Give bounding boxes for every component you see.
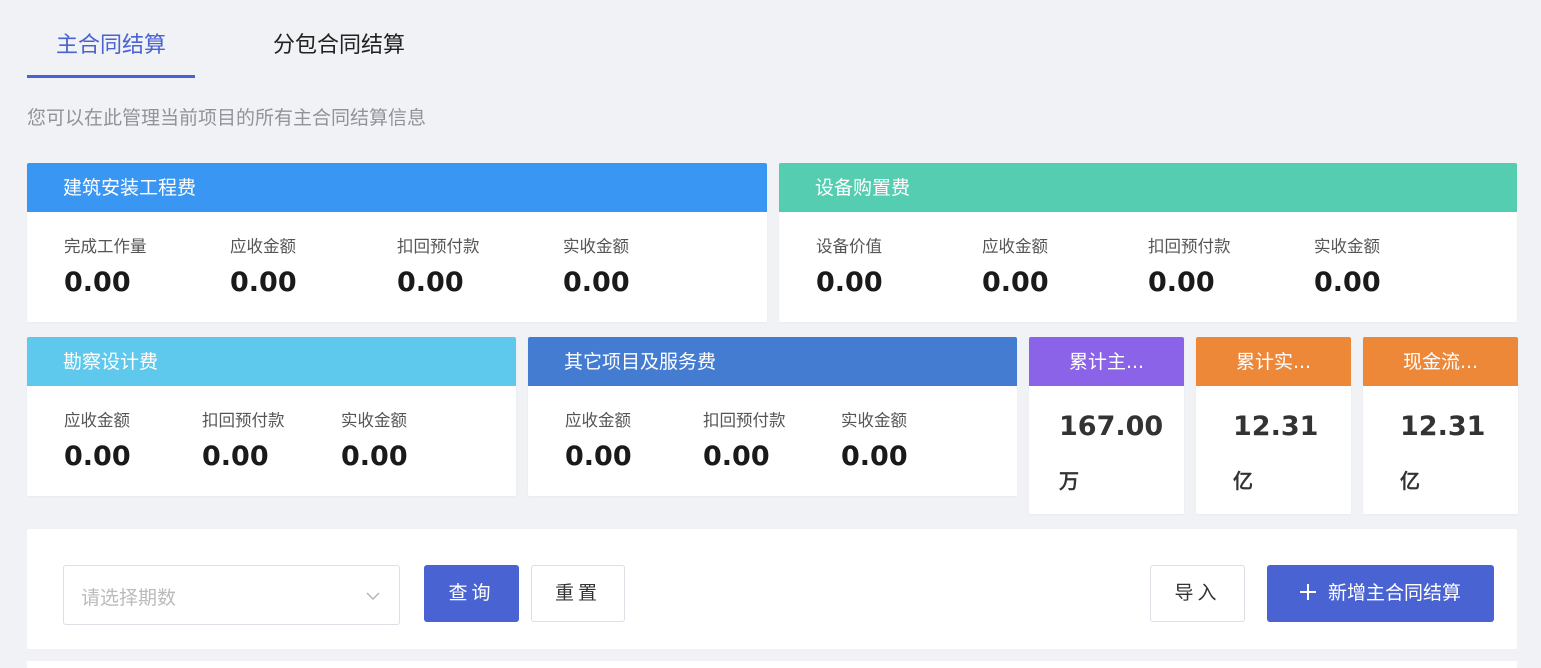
construction-advance-deduction: 扣回预付款 0.00 (397, 233, 480, 298)
survey-design-fee-card: 勘察设计费 应收金额 0.00 扣回预付款 0.00 实收金额 0.00 (27, 337, 516, 496)
tab-subcontract-settlement[interactable]: 分包合同结算 (255, 20, 423, 78)
summary-unit: 万 (1059, 469, 1079, 493)
metric-value: 0.00 (1314, 267, 1381, 298)
survey-actual-received: 实收金额 0.00 (341, 407, 408, 472)
construction-receivable-amount: 应收金额 0.00 (230, 233, 297, 298)
equipment-fee-title: 设备购置费 (779, 163, 1517, 212)
metric-label: 应收金额 (982, 237, 1048, 256)
other-receivable-amount: 应收金额 0.00 (565, 407, 632, 472)
metric-label: 实收金额 (1314, 237, 1380, 256)
equipment-receivable-amount: 应收金额 0.00 (982, 233, 1049, 298)
tab-main-contract-settlement[interactable]: 主合同结算 (27, 20, 195, 78)
summary-value: 167.00 (1059, 411, 1164, 442)
filter-toolbar: 请选择期数 查询 重置 导入 新增主合同结算 (27, 529, 1517, 649)
summary-title: 累计主... (1029, 337, 1184, 386)
contract-settlement-tabs: 主合同结算 分包合同结算 (27, 20, 1517, 78)
metric-value: 0.00 (64, 441, 131, 472)
metric-label: 实收金额 (563, 237, 629, 256)
page-description: 您可以在此管理当前项目的所有主合同结算信息 (27, 107, 427, 129)
other-service-fee-card: 其它项目及服务费 应收金额 0.00 扣回预付款 0.00 实收金额 0.00 (528, 337, 1017, 496)
other-actual-received: 实收金额 0.00 (841, 407, 908, 472)
metric-label: 应收金额 (565, 411, 631, 430)
metric-label: 应收金额 (230, 237, 296, 256)
other-advance-deduction: 扣回预付款 0.00 (703, 407, 786, 472)
survey-receivable-amount: 应收金额 0.00 (64, 407, 131, 472)
summary-value: 12.31 (1400, 411, 1486, 442)
summary-value: 12.31 (1233, 411, 1319, 442)
add-main-contract-settlement-button[interactable]: 新增主合同结算 (1267, 565, 1494, 622)
metric-value: 0.00 (563, 267, 630, 298)
add-button-label: 新增主合同结算 (1327, 582, 1461, 604)
equipment-advance-deduction: 扣回预付款 0.00 (1148, 233, 1231, 298)
cumulative-actual-summary-card: 累计实... 12.31 亿 (1196, 337, 1351, 514)
metric-value: 0.00 (1148, 267, 1215, 298)
metric-label: 扣回预付款 (703, 411, 786, 430)
plus-icon (1299, 584, 1316, 600)
survey-design-fee-title: 勘察设计费 (27, 337, 516, 386)
metric-label: 扣回预付款 (397, 237, 480, 256)
cash-flow-summary-card: 现金流... 12.31 亿 (1363, 337, 1518, 514)
metric-value: 0.00 (565, 441, 632, 472)
construction-completed-workload: 完成工作量 0.00 (64, 233, 147, 298)
other-service-fee-title: 其它项目及服务费 (528, 337, 1017, 386)
construction-fee-card: 建筑安装工程费 完成工作量 0.00 应收金额 0.00 扣回预付款 0.00 … (27, 163, 767, 322)
cumulative-main-summary-card: 累计主... 167.00 万 (1029, 337, 1184, 514)
metric-label: 实收金额 (841, 411, 907, 430)
summary-unit: 亿 (1400, 469, 1420, 493)
metric-value: 0.00 (341, 441, 408, 472)
metric-value: 0.00 (397, 267, 464, 298)
metric-value: 0.00 (982, 267, 1049, 298)
construction-actual-received: 实收金额 0.00 (563, 233, 630, 298)
metric-value: 0.00 (202, 441, 269, 472)
reset-button[interactable]: 重置 (531, 565, 625, 622)
metric-label: 扣回预付款 (202, 411, 285, 430)
metric-label: 实收金额 (341, 411, 407, 430)
summary-title: 现金流... (1363, 337, 1518, 386)
metric-value: 0.00 (841, 441, 908, 472)
summary-unit: 亿 (1233, 469, 1253, 493)
survey-advance-deduction: 扣回预付款 0.00 (202, 407, 285, 472)
metric-label: 完成工作量 (64, 237, 147, 256)
summary-title: 累计实... (1196, 337, 1351, 386)
metric-label: 扣回预付款 (1148, 237, 1231, 256)
metric-label: 设备价值 (816, 237, 882, 256)
equipment-actual-received: 实收金额 0.00 (1314, 233, 1381, 298)
query-button[interactable]: 查询 (424, 565, 519, 622)
table-panel-top-edge (27, 661, 1517, 668)
metric-value: 0.00 (230, 267, 297, 298)
period-select-placeholder: 请选择期数 (81, 587, 177, 609)
metric-value: 0.00 (703, 441, 770, 472)
metric-value: 0.00 (64, 267, 131, 298)
import-button[interactable]: 导入 (1150, 565, 1245, 622)
equipment-value: 设备价值 0.00 (816, 233, 883, 298)
period-select[interactable]: 请选择期数 (63, 565, 400, 625)
metric-value: 0.00 (816, 267, 883, 298)
equipment-fee-card: 设备购置费 设备价值 0.00 应收金额 0.00 扣回预付款 0.00 实收金… (779, 163, 1517, 322)
chevron-down-icon (366, 592, 380, 600)
construction-fee-title: 建筑安装工程费 (27, 163, 767, 212)
metric-label: 应收金额 (64, 411, 130, 430)
